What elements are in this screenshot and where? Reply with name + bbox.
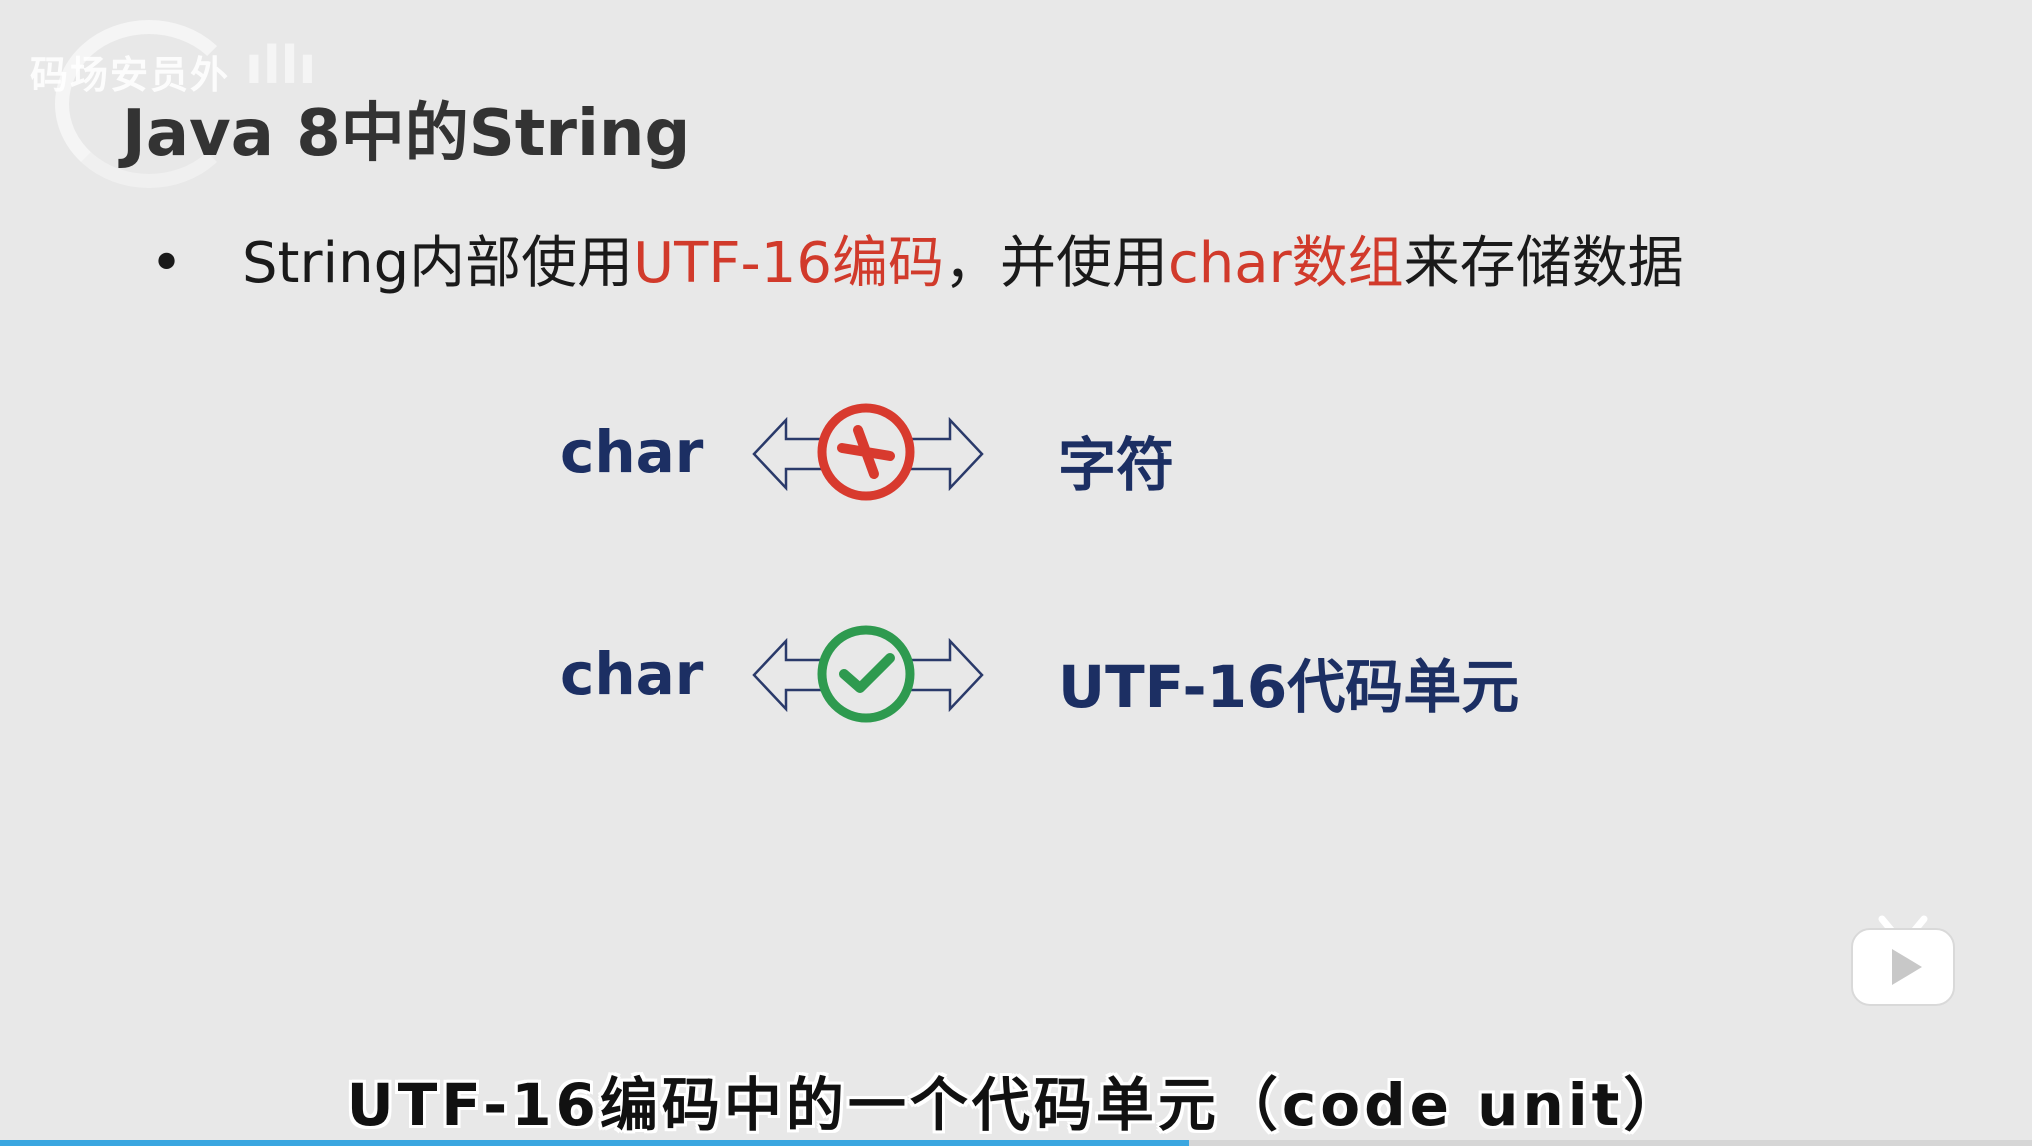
bullet-highlight-encoding: UTF-16编码 bbox=[633, 231, 944, 296]
slide-title: Java 8中的String bbox=[122, 97, 691, 171]
row2-left-label: char bbox=[560, 640, 704, 708]
video-progress-fill bbox=[0, 1140, 1189, 1146]
bullet-marker: • bbox=[150, 231, 184, 296]
row1-left-label: char bbox=[560, 418, 704, 486]
bullet-text-3: 来存储数据 bbox=[1403, 231, 1684, 296]
check-icon bbox=[817, 625, 915, 723]
bullet-text-2: ，并使用 bbox=[944, 231, 1168, 296]
bullet-highlight-array: char数组 bbox=[1168, 231, 1404, 296]
bilibili-play-icon[interactable] bbox=[1848, 905, 1958, 1009]
row1-right-label: 字符 bbox=[1058, 431, 1175, 499]
bullet-item: • String内部使用UTF-16编码，并使用char数组来存储数据 bbox=[150, 218, 1684, 299]
row2-right-label: UTF-16代码单元 bbox=[1058, 653, 1520, 721]
cross-icon bbox=[817, 403, 915, 501]
video-subtitle: UTF-16编码中的一个代码单元（code unit） bbox=[346, 1071, 1686, 1139]
video-progress-bar[interactable] bbox=[0, 1140, 2032, 1146]
slide: 码场安员外 ıllı Java 8中的String • String内部使用UTF… bbox=[0, 0, 2032, 1146]
bullet-text-1: String内部使用 bbox=[242, 231, 634, 296]
